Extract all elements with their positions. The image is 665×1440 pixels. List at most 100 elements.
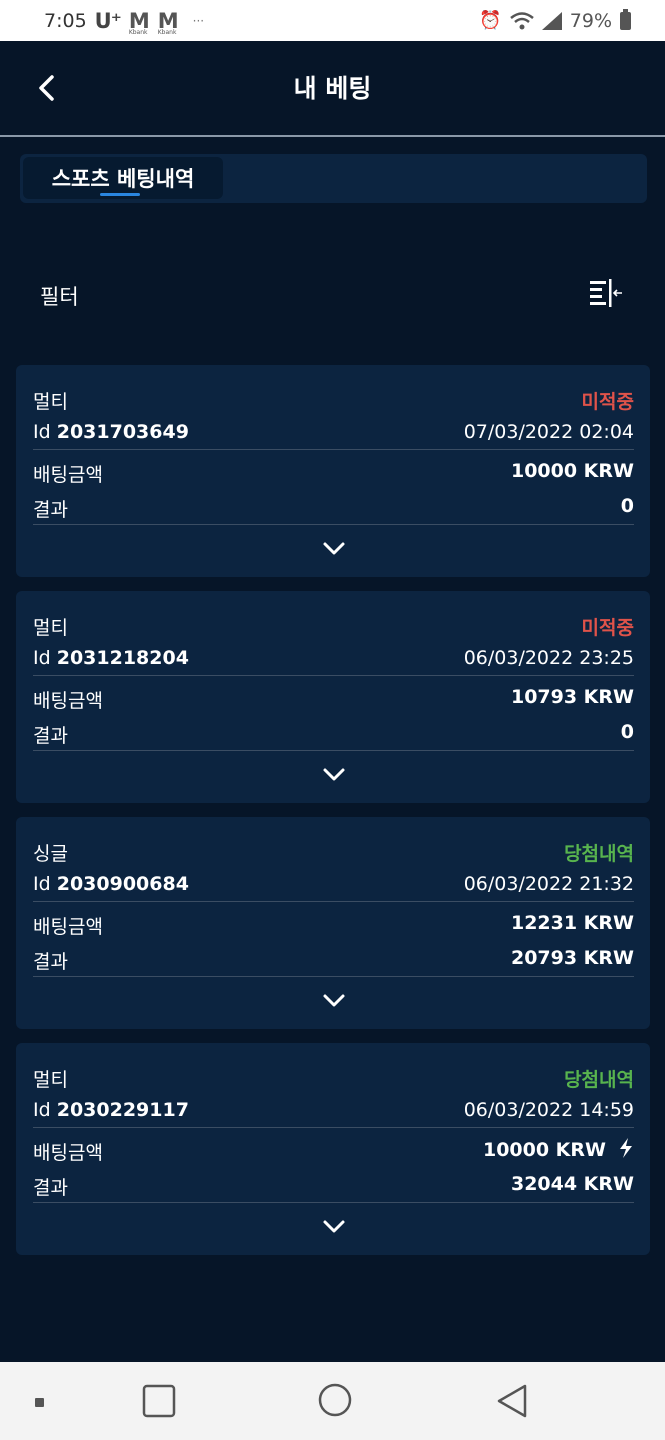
bet-id-row: Id 2031218204 06/03/2022 23:25 [33,641,634,675]
bet-date: 07/03/2022 02:04 [463,421,634,443]
bet-card[interactable]: 멀티 미적중 Id 2031703649 07/03/2022 02:04 배팅… [16,365,650,577]
bet-amount-label: 배팅금액 [33,1142,103,1164]
page-title: 내 베팅 [293,74,372,103]
bet-amount: 12231 KRW [510,912,634,934]
bet-amount-label: 배팅금액 [33,916,103,938]
bet-result-row: 결과 20793 KRW [33,941,634,975]
filter-button[interactable] [590,279,624,309]
divider [33,750,634,751]
divider [33,524,634,525]
bet-result-row: 결과 0 [33,715,634,749]
bet-card[interactable]: 멀티 미적중 Id 2031218204 06/03/2022 23:25 배팅… [16,591,650,803]
home-button[interactable] [318,1383,352,1421]
status-time: 7:05 [44,9,87,32]
signal-icon [541,11,562,30]
expand-button[interactable] [321,1217,347,1235]
bet-type-row: 멀티 당첨내역 [33,1059,634,1093]
tab-bar: 스포츠 베팅내역 [20,154,647,203]
filter-row: 필터 [40,275,630,315]
bet-type-row: 멀티 미적중 [33,607,634,641]
expand-button[interactable] [321,765,347,783]
bet-amount: 10793 KRW [510,686,634,708]
kbank-notification-icon-2: M Kbank [157,8,179,36]
recent-apps-button[interactable] [142,1384,176,1422]
more-notifications-icon: ··· [192,13,205,28]
bet-id: Id 2031703649 [33,421,189,443]
lightning-icon [620,1138,632,1158]
chevron-down-icon [323,1220,345,1233]
app-header: 내 베팅 [0,41,665,137]
bet-amount-row: 배팅금액 12231 KRW [33,906,634,940]
bet-result: 32044 KRW [510,1173,634,1195]
battery-percent: 79% [569,9,612,32]
divider [33,1127,634,1128]
bet-amount-row: 배팅금액 10000 KRW [33,454,634,488]
bet-status: 당첨내역 [564,843,634,865]
divider [33,901,634,902]
back-triangle-icon [497,1384,527,1418]
kbank-notification-icon: M Kbank [128,8,150,36]
divider [33,675,634,676]
bet-result: 20793 KRW [510,947,634,969]
chevron-down-icon [323,768,345,781]
bet-type: 싱글 [33,843,68,865]
bet-result-label: 결과 [33,951,68,973]
bet-type-row: 싱글 당첨내역 [33,833,634,867]
status-bar-left: 7:05 U⁺ M Kbank M Kbank ··· [44,8,205,36]
bet-id-row: Id 2031703649 07/03/2022 02:04 [33,415,634,449]
bet-date: 06/03/2022 14:59 [463,1099,634,1121]
expand-button[interactable] [321,539,347,557]
bet-status: 당첨내역 [564,1069,634,1091]
bet-result-row: 결과 0 [33,489,634,523]
battery-icon [620,8,631,30]
bet-date: 06/03/2022 23:25 [463,647,634,669]
bet-id: Id 2030229117 [33,1099,189,1121]
menu-dot-button[interactable] [34,1394,46,1413]
dot-icon [35,1398,44,1407]
bet-type-row: 멀티 미적중 [33,381,634,415]
bet-status: 미적중 [581,617,634,639]
bet-result-label: 결과 [33,1177,68,1199]
recent-apps-icon [142,1384,176,1418]
bet-amount: 10000 KRW [482,1139,606,1161]
bet-amount: 10000 KRW [510,460,634,482]
system-navigation-bar [0,1362,665,1440]
bet-id-row: Id 2030229117 06/03/2022 14:59 [33,1093,634,1127]
filter-icon [590,279,622,307]
bet-id: Id 2030900684 [33,873,189,895]
tab-sports-betting-history[interactable]: 스포츠 베팅내역 [23,157,223,199]
bet-result: 0 [620,495,634,517]
carrier-label: U⁺ [94,8,122,33]
bet-id-row: Id 2030900684 06/03/2022 21:32 [33,867,634,901]
bet-status: 미적중 [581,391,634,413]
bet-amount-label: 배팅금액 [33,690,103,712]
expand-button[interactable] [321,991,347,1009]
bet-result-row: 결과 32044 KRW [33,1167,634,1201]
back-nav-button[interactable] [495,1383,529,1423]
status-bar: 7:05 U⁺ M Kbank M Kbank ··· ⏰ 79% [0,0,665,41]
bet-amount-row: 배팅금액 10000 KRW [33,1132,634,1166]
divider [33,449,634,450]
wifi-icon [509,11,534,29]
bet-result-label: 결과 [33,499,68,521]
bet-date: 06/03/2022 21:32 [463,873,634,895]
bet-amount-row: 배팅금액 10793 KRW [33,680,634,714]
home-circle-icon [318,1383,352,1417]
bet-card[interactable]: 멀티 당첨내역 Id 2030229117 06/03/2022 14:59 배… [16,1043,650,1255]
status-bar-right: ⏰ 79% [479,8,631,32]
bet-card[interactable]: 싱글 당첨내역 Id 2030900684 06/03/2022 21:32 배… [16,817,650,1029]
bet-result-label: 결과 [33,725,68,747]
bet-type: 멀티 [33,1069,68,1091]
divider [33,976,634,977]
chevron-down-icon [323,542,345,555]
chevron-down-icon [323,994,345,1007]
filter-label[interactable]: 필터 [40,281,79,311]
divider [33,1202,634,1203]
bet-amount-wrap: 10000 KRW [483,1138,634,1161]
bet-type: 멀티 [33,391,68,413]
alarm-icon: ⏰ [479,10,502,31]
bet-type: 멀티 [33,617,68,639]
tab-active-indicator [100,193,140,196]
bet-amount-label: 배팅금액 [33,464,103,486]
bet-result: 0 [620,721,634,743]
